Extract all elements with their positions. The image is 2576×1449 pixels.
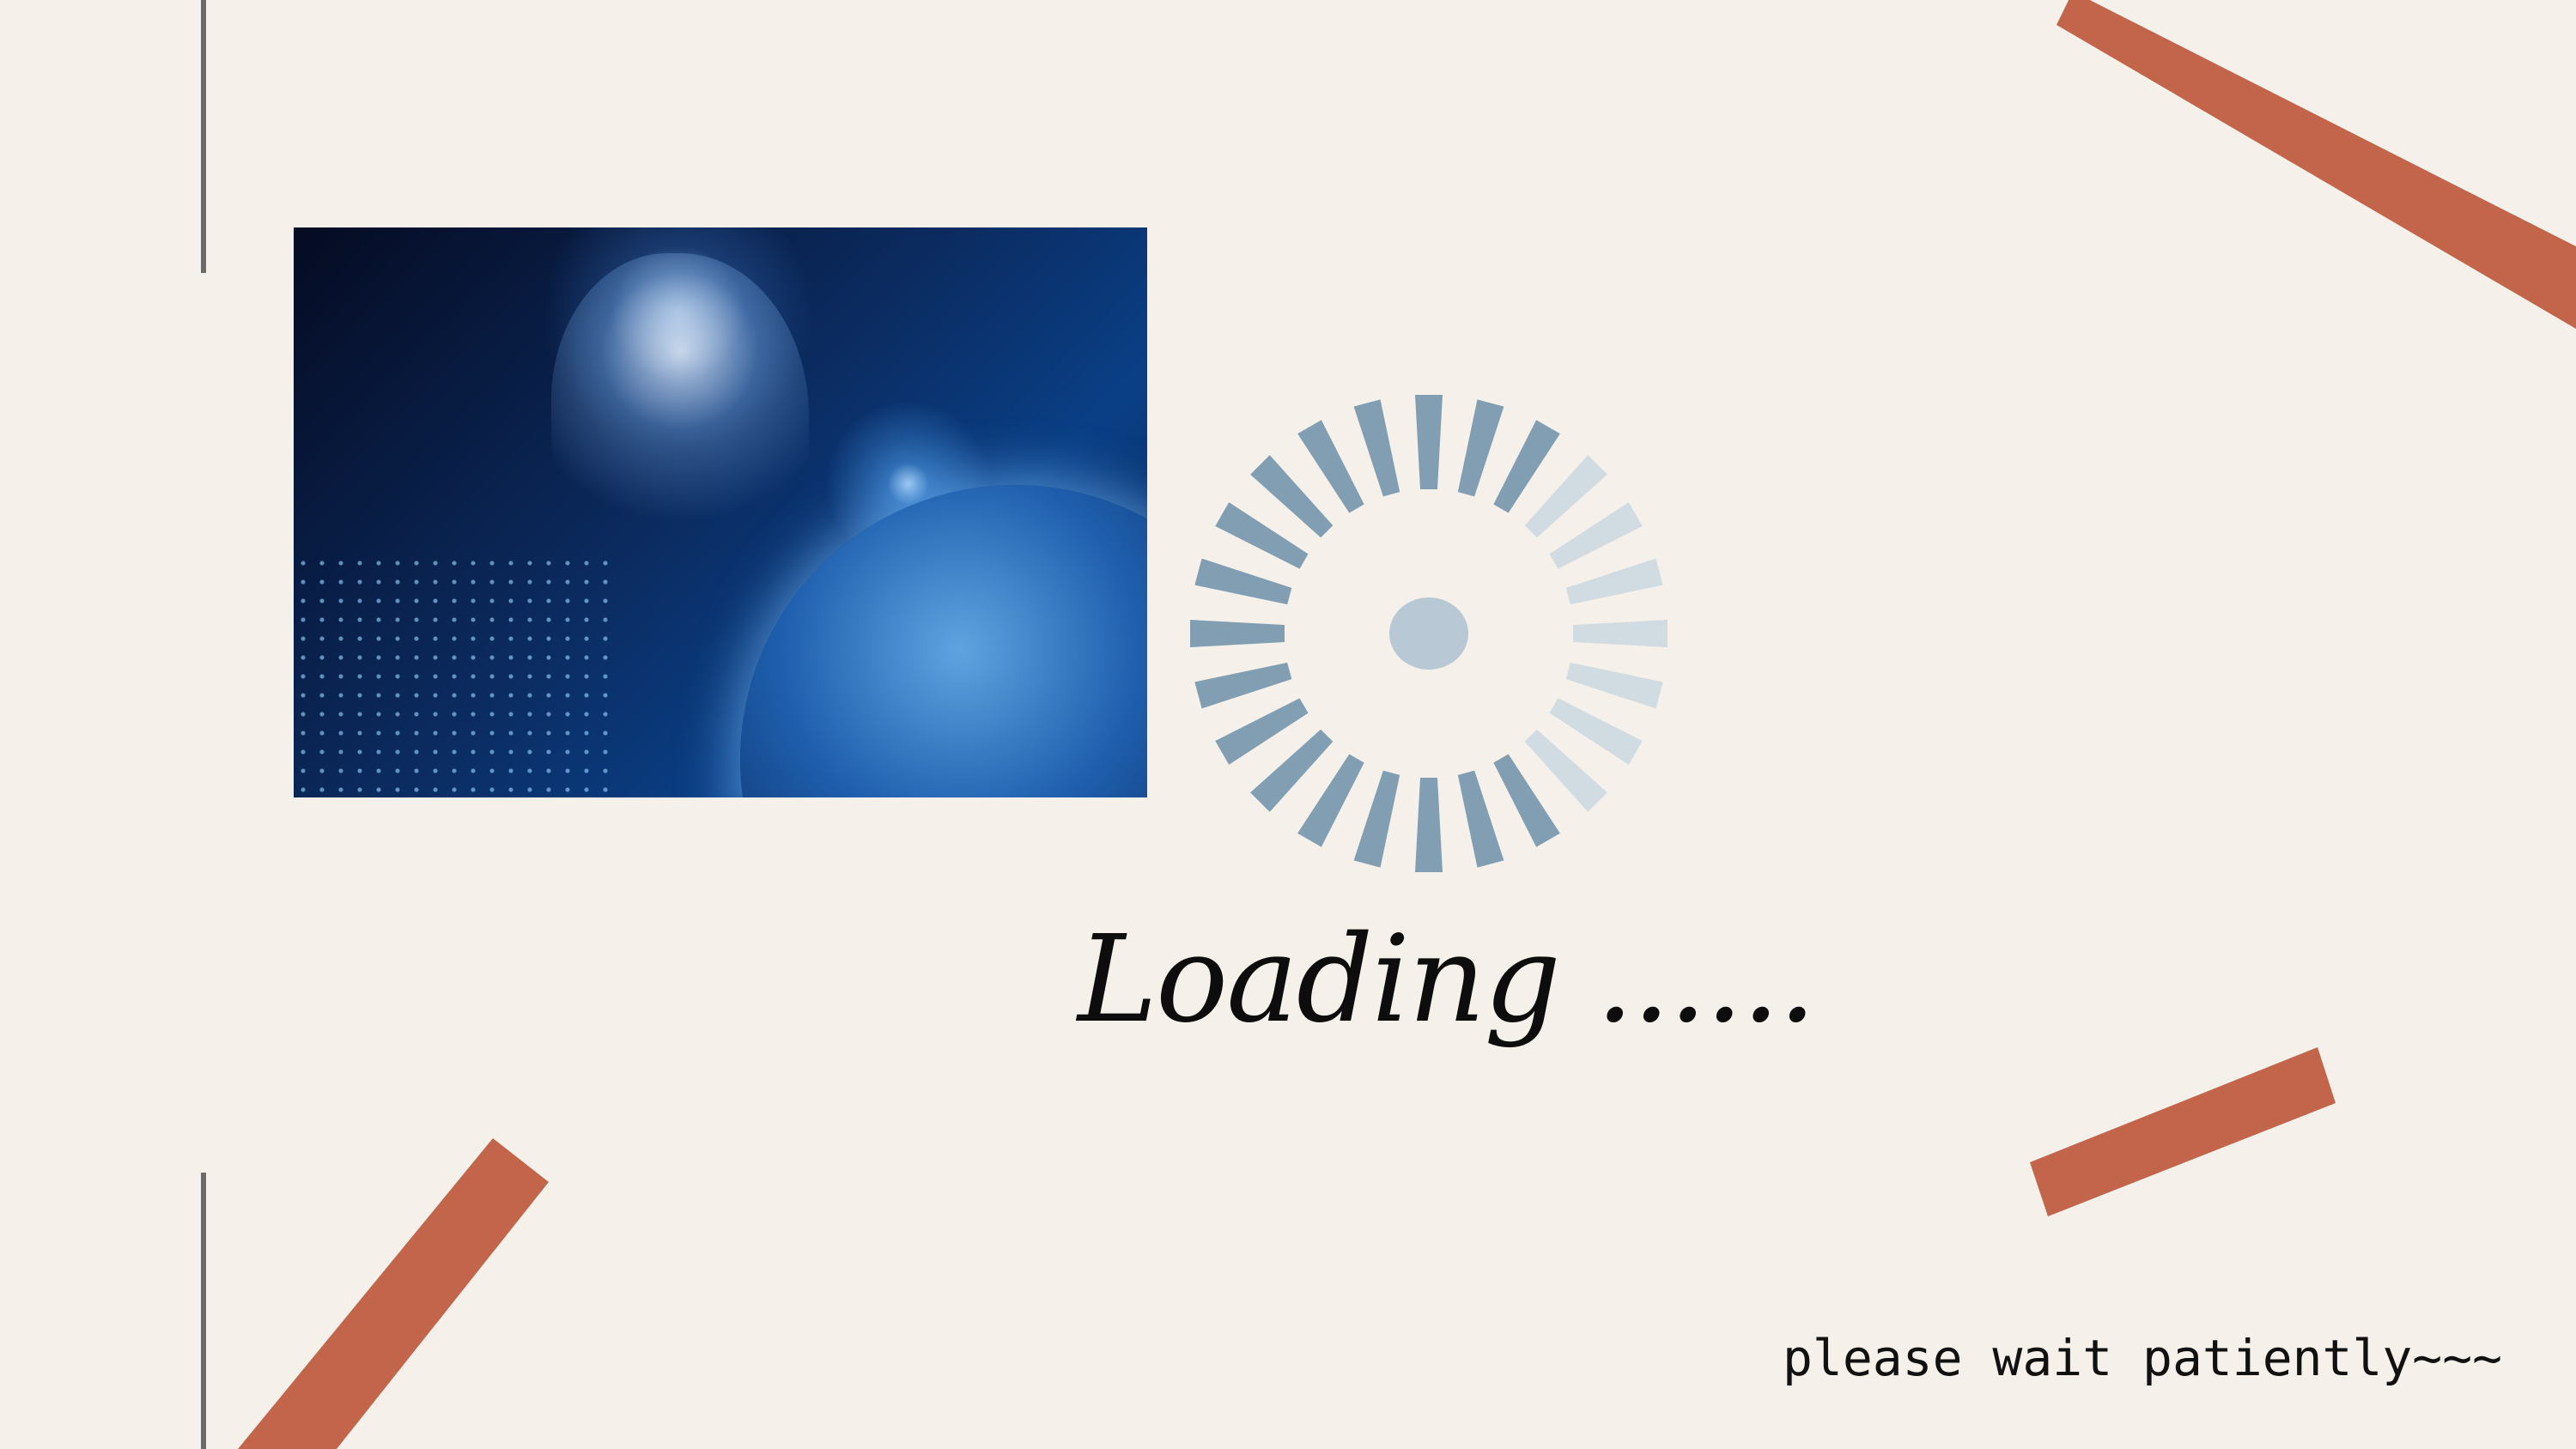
loading-text: Loading ...... [1078,910,1816,1050]
spinner-bar [1573,620,1668,647]
spinner-bar [1415,395,1443,489]
accent-bar-top-right [2057,0,2576,329]
please-wait-text: please wait patiently~~~ [1783,1329,2503,1387]
loading-spinner [1190,395,1668,872]
spinner-bar [1190,620,1285,647]
spinner-bar [1457,399,1504,497]
spinner-bar [1353,770,1400,868]
data-dots-pattern [294,554,620,797]
accent-bar-bottom-left [238,1138,549,1449]
spinner-bar [1565,558,1663,605]
spinner-bar [1565,662,1663,709]
digital-head-shape [551,253,809,579]
spinner-bar [1194,558,1292,605]
spinner-bar [1194,662,1292,709]
ai-head-globe-image [294,227,1147,797]
globe-shape [740,485,1147,797]
spinner-center-dot [1389,597,1468,670]
spinner-bar [1415,778,1443,872]
spinner-bar [1457,770,1504,868]
accent-bar-bottom-right [2030,1047,2336,1216]
spinner-bar [1353,399,1400,497]
